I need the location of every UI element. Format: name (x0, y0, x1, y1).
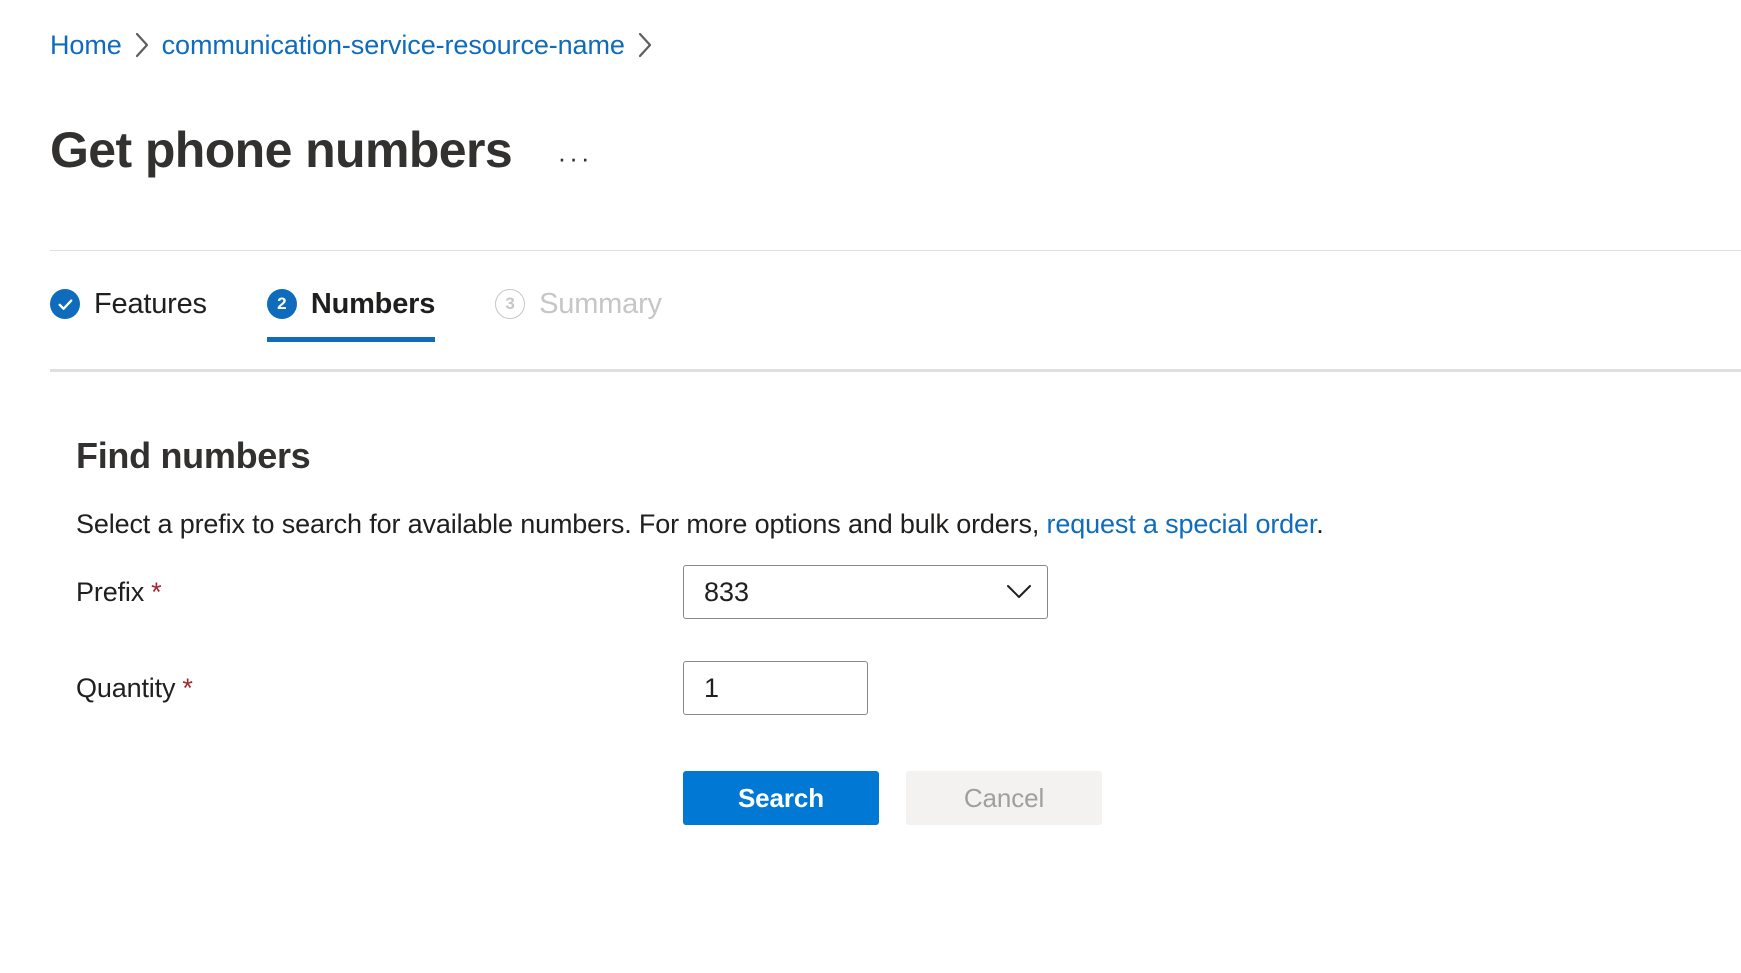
section-heading: Find numbers (76, 434, 311, 476)
step-number-icon-3: 3 (495, 289, 526, 319)
tab-summary: 3 Summary (495, 268, 688, 340)
tab-summary-label: Summary (539, 287, 662, 320)
wizard-step-tabs: Features 2 Numbers 3 Summary (50, 268, 722, 342)
breadcrumb-item-home[interactable]: Home (50, 30, 122, 61)
tab-features-label: Features (94, 287, 207, 320)
prefix-required-marker: * (151, 576, 162, 607)
prefix-label: Prefix * (76, 577, 683, 608)
section-description: Select a prefix to search for available … (76, 505, 1324, 544)
tab-features[interactable]: Features (50, 268, 233, 340)
cancel-button: Cancel (906, 771, 1102, 825)
prefix-field-row: Prefix * 833 (76, 565, 1048, 619)
chevron-down-icon (1005, 583, 1033, 601)
prefix-dropdown[interactable]: 833 (683, 565, 1048, 619)
section-description-text-after: . (1316, 509, 1324, 539)
tab-numbers[interactable]: 2 Numbers (266, 268, 461, 342)
step-number-icon-2: 2 (266, 289, 297, 319)
pivot-top-divider (50, 250, 1741, 251)
search-button[interactable]: Search (683, 771, 879, 825)
quantity-input[interactable] (683, 661, 868, 715)
quantity-field-row: Quantity * (76, 661, 868, 715)
prefix-label-text: Prefix (76, 576, 145, 607)
page-header: Get phone numbers ··· (50, 88, 594, 213)
tab-numbers-label: Numbers (310, 287, 436, 320)
check-icon (50, 289, 80, 319)
quantity-required-marker: * (182, 672, 193, 703)
quantity-label: Quantity * (76, 673, 683, 704)
pivot-bottom-divider (50, 369, 1741, 372)
active-tab-underline (266, 337, 436, 342)
prefix-dropdown-value: 833 (704, 576, 750, 607)
section-description-text-before: Select a prefix to search for available … (76, 509, 1047, 539)
chevron-right-icon (122, 30, 162, 60)
form-actions: Search Cancel (683, 771, 1102, 825)
chevron-right-icon-trailing (625, 30, 665, 60)
quantity-label-text: Quantity (76, 672, 176, 703)
request-special-order-link[interactable]: request a special order (1047, 509, 1317, 539)
breadcrumb-item-resource[interactable]: communication-service-resource-name (162, 30, 625, 61)
page-title: Get phone numbers (50, 121, 513, 178)
breadcrumb: Home communication-service-resource-name (50, 26, 665, 64)
ellipsis-icon[interactable]: ··· (556, 143, 594, 173)
